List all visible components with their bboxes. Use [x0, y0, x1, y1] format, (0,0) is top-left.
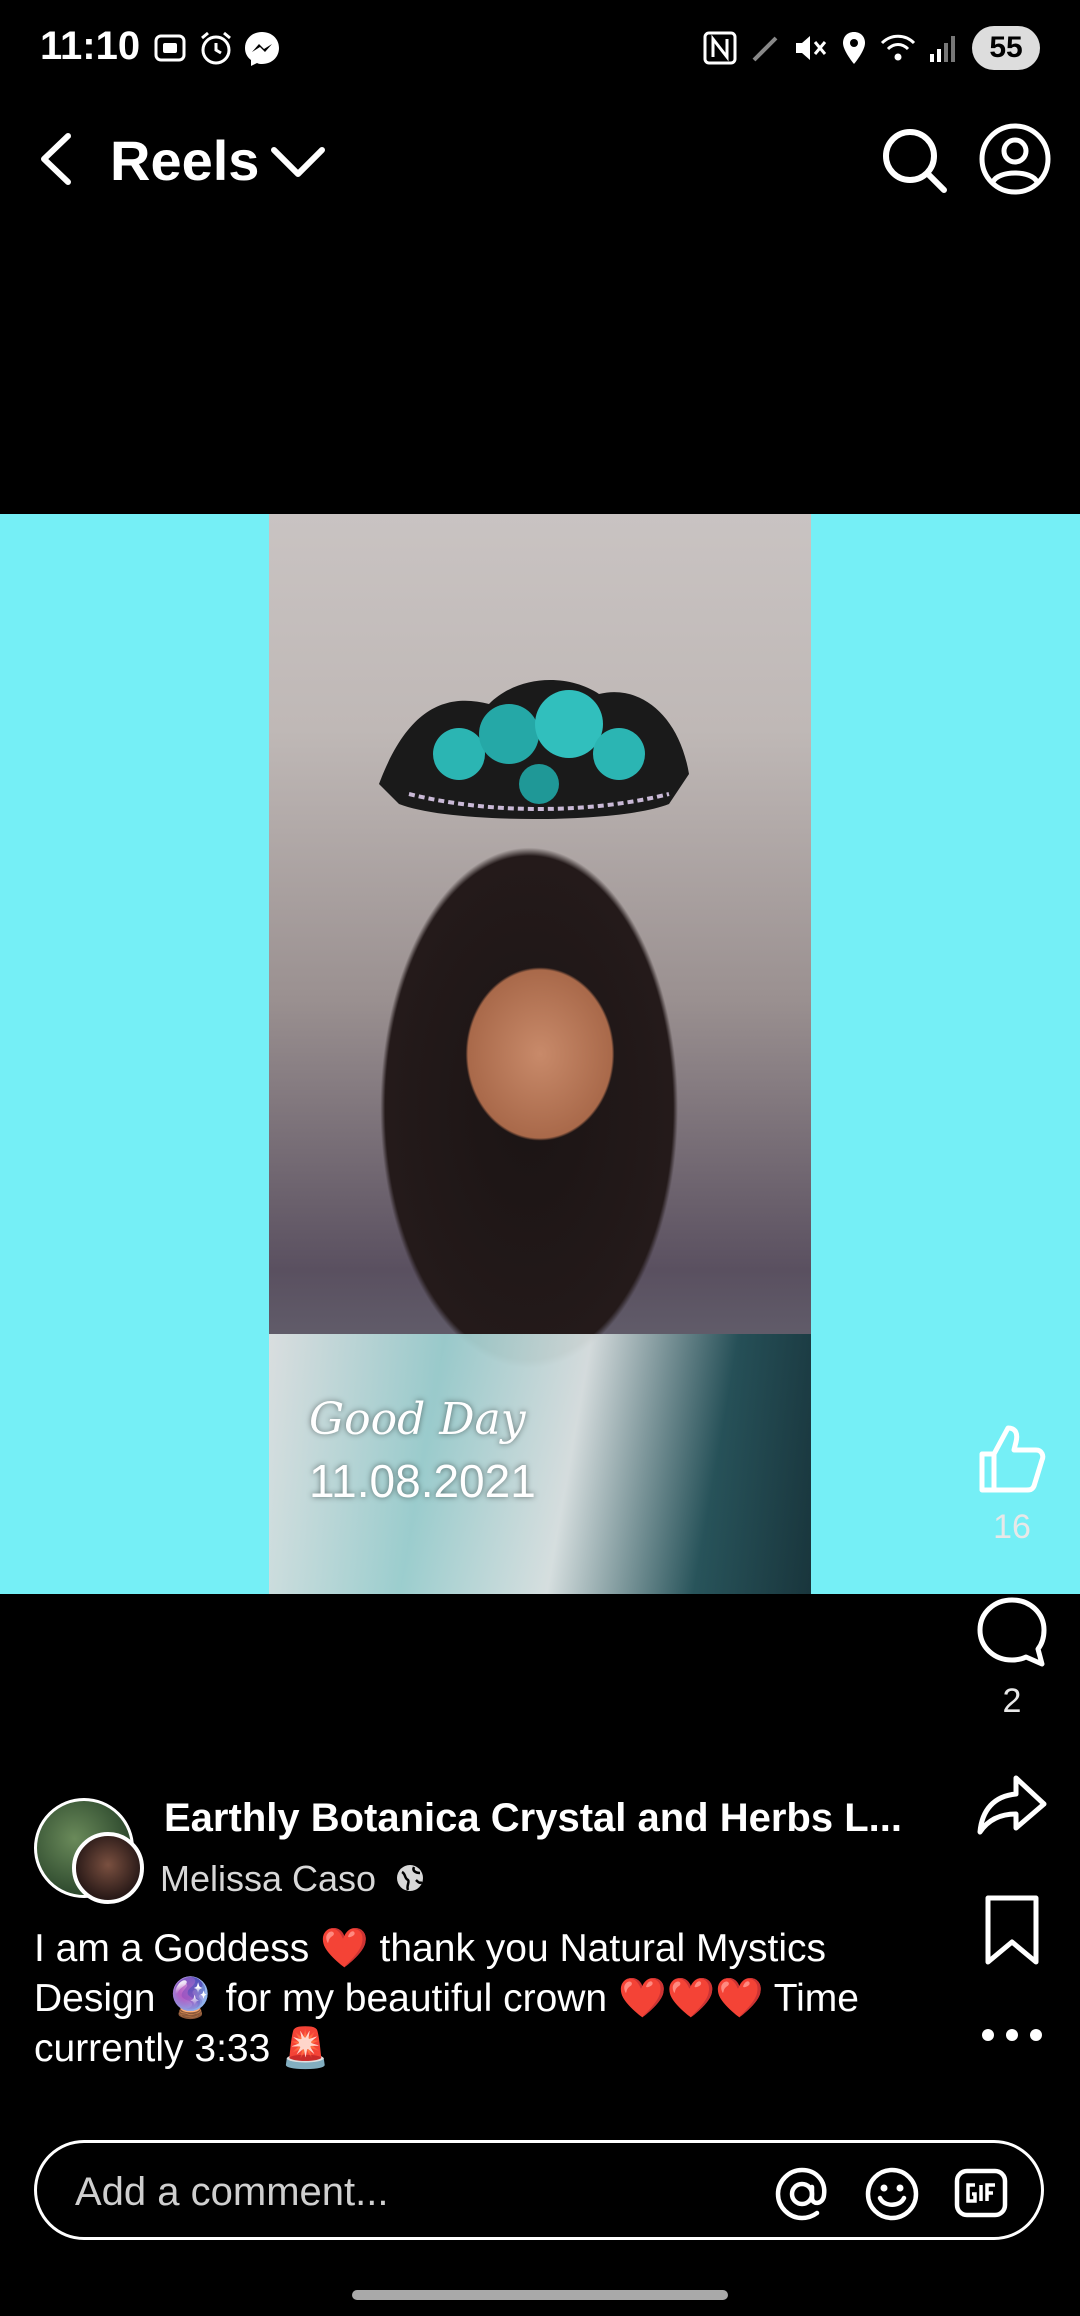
crown-graphic: [379, 680, 689, 819]
nfc-icon: [703, 31, 737, 65]
comment-icon[interactable]: [972, 1592, 1052, 1672]
overlay-text-greeting: Good Day: [309, 1394, 526, 1445]
comment-count: 2: [1002, 1682, 1022, 1720]
mute-icon: [796, 36, 827, 60]
status-bar: 11:10 55: [0, 0, 1080, 100]
comment-input[interactable]: [73, 2165, 677, 2219]
messenger-icon: [245, 32, 279, 66]
location-icon: [843, 32, 865, 64]
overlay-text-date: 11.08.2021: [309, 1455, 536, 1507]
bookmark-icon[interactable]: [976, 1892, 1048, 1968]
pen-icon: [752, 36, 778, 62]
page-name[interactable]: Earthly Botanica Crystal and Herbs L...: [164, 1796, 944, 1841]
mention-icon[interactable]: [773, 2165, 831, 2223]
back-icon[interactable]: [30, 124, 90, 194]
search-icon[interactable]: [878, 124, 950, 196]
signal-icon: [930, 36, 955, 62]
alarm-icon: [201, 31, 231, 65]
like-count: 16: [993, 1508, 1031, 1546]
gif-icon[interactable]: [953, 2165, 1009, 2221]
user-avatar[interactable]: [72, 1832, 144, 1904]
home-indicator[interactable]: [352, 2290, 728, 2300]
chevron-down-icon[interactable]: [268, 140, 328, 184]
page-title[interactable]: Reels: [110, 128, 259, 193]
like-icon[interactable]: [972, 1418, 1052, 1498]
comment-box[interactable]: [34, 2140, 1044, 2240]
author-name[interactable]: Melissa Caso: [160, 1858, 376, 1900]
battery-indicator: 55: [972, 26, 1040, 70]
emoji-icon[interactable]: [863, 2165, 921, 2223]
reel-media[interactable]: Good Day 11.08.2021: [0, 514, 1080, 1594]
post-caption: I am a Goddess ❤️ thank you Natural Myst…: [34, 1927, 859, 2070]
profile-icon[interactable]: [978, 122, 1052, 196]
wifi-icon: [880, 34, 916, 61]
status-time: 11:10: [40, 24, 141, 68]
more-options-icon[interactable]: [972, 2010, 1052, 2060]
screenshot-icon: [154, 34, 186, 62]
share-icon[interactable]: [972, 1766, 1052, 1846]
globe-icon: [397, 1865, 423, 1891]
reel-photo: Good Day 11.08.2021: [269, 514, 811, 1594]
